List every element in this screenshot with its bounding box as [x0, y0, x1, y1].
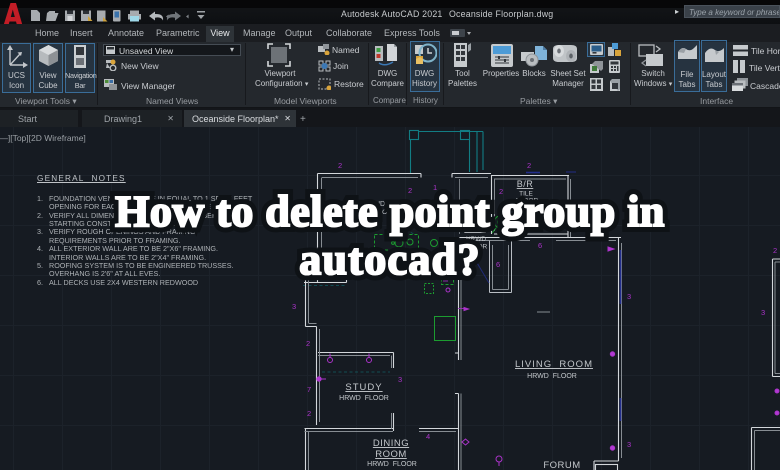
svg-text:HRWD FLOOR: HRWD FLOOR	[527, 373, 577, 380]
svg-text:HRWD FLOOR: HRWD FLOOR	[339, 395, 389, 402]
svg-text:STUDY: STUDY	[345, 382, 382, 393]
svg-text:HRWD FLOOR: HRWD FLOOR	[367, 461, 417, 468]
svg-text:2: 2	[306, 339, 310, 348]
svg-text:DINING: DINING	[373, 438, 409, 449]
svg-text:3: 3	[761, 308, 765, 317]
svg-text:3: 3	[627, 440, 631, 449]
svg-text:2: 2	[527, 161, 531, 170]
svg-text:3: 3	[398, 375, 402, 384]
svg-text:3: 3	[292, 302, 296, 311]
svg-text:3: 3	[627, 292, 631, 301]
svg-text:4: 4	[426, 432, 430, 441]
svg-text:2: 2	[307, 409, 311, 418]
svg-text:FORUM: FORUM	[543, 460, 580, 470]
svg-text:ROOM: ROOM	[375, 449, 407, 460]
svg-text:LIVING ROOM: LIVING ROOM	[515, 359, 593, 370]
svg-text:2: 2	[338, 161, 342, 170]
svg-text:7: 7	[307, 385, 311, 394]
